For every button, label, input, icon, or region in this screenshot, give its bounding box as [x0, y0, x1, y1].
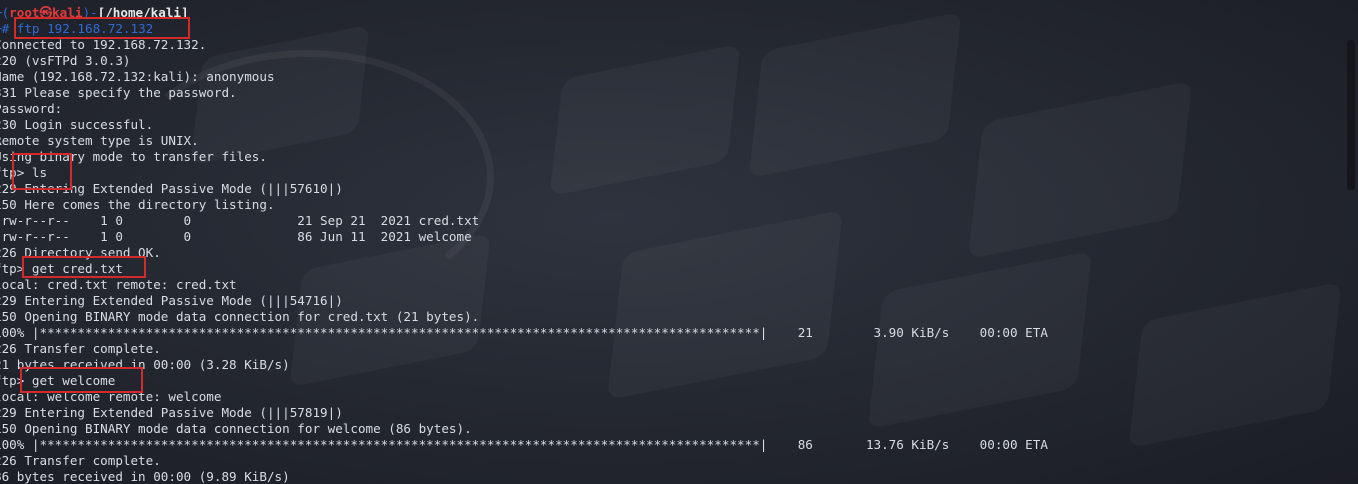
transfer-progress-line: 100% |**********************************… [0, 437, 1048, 452]
output-line: 331 Please specify the password. [0, 85, 237, 100]
output-line: local: cred.txt remote: cred.txt [0, 277, 237, 292]
output-line: 229 Entering Extended Passive Mode (|||5… [0, 405, 343, 420]
prompt-open-bracket: ─( [0, 5, 10, 20]
output-line: 150 Opening BINARY mode data connection … [0, 309, 480, 324]
terminal-output[interactable]: ─(root㉿kali)-[/home/kali] ─# ftp 192.168… [0, 5, 1048, 484]
output-line: local: welcome remote: welcome [0, 389, 222, 404]
highlight-box-get-cred [22, 256, 146, 278]
output-line: 220 (vsFTPd 3.0.3) [0, 53, 131, 68]
output-line: 229 Entering Extended Passive Mode (|||5… [0, 293, 343, 308]
highlight-box-get-welcome [20, 367, 143, 393]
terminal-window[interactable]: ─(root㉿kali)-[/home/kali] ─# ftp 192.168… [0, 0, 1358, 484]
output-line: 226 Transfer complete. [0, 341, 161, 356]
ftp-command-line: ftp> ls [0, 165, 48, 180]
highlight-box-ftp-command [14, 17, 190, 39]
output-line: Password: [0, 101, 63, 116]
output-line: Using binary mode to transfer files. [0, 149, 267, 164]
output-line: 229 Entering Extended Passive Mode (|||5… [0, 181, 343, 196]
output-line: Connected to 192.168.72.132. [0, 37, 207, 52]
ftp-command-line: ftp> get cred.txt [0, 261, 123, 276]
output-line: Remote system type is UNIX. [0, 133, 199, 148]
output-line: 86 bytes received in 00:00 (9.89 KiB/s) [0, 469, 290, 484]
prompt-command-marker: ─# [0, 21, 10, 36]
output-line: 226 Transfer complete. [0, 453, 161, 468]
output-line: Name (192.168.72.132:kali): anonymous [0, 69, 275, 84]
wallpaper-keycap [1129, 282, 1342, 449]
output-line: 150 Opening BINARY mode data connection … [0, 421, 472, 436]
scrollbar-thumb[interactable] [1347, 40, 1355, 190]
output-line: 21 bytes received in 00:00 (3.28 KiB/s) [0, 357, 290, 372]
output-line: 230 Login successful. [0, 117, 154, 132]
directory-listing-row: -rw-r--r-- 1 0 0 21 Sep 21 2021 cred.txt [0, 213, 480, 228]
directory-listing-row: -rw-r--r-- 1 0 0 86 Jun 11 2021 welcome [0, 229, 472, 244]
ftp-command-line: ftp> get welcome [0, 373, 116, 388]
output-line: 150 Here comes the directory listing. [0, 197, 275, 212]
transfer-progress-line: 100% |**********************************… [0, 325, 1048, 340]
output-line: 226 Directory send OK. [0, 245, 161, 260]
scrollbar[interactable] [1344, 0, 1358, 484]
highlight-box-ls-command [12, 153, 72, 190]
